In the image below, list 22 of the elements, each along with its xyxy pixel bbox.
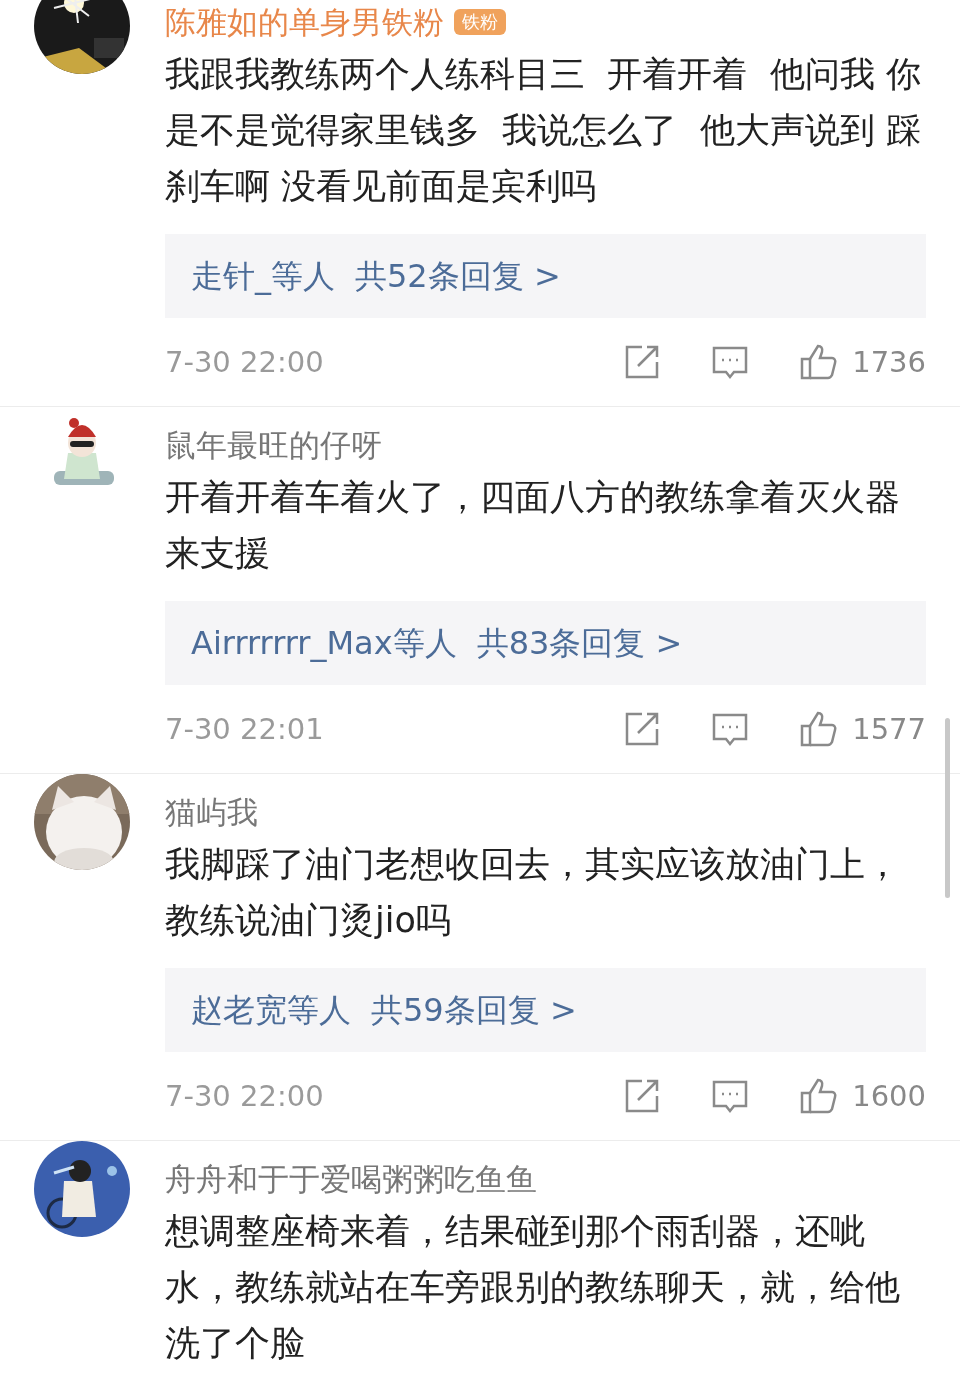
scrollbar[interactable] bbox=[945, 718, 950, 898]
replies-link[interactable]: Airrrrrrr_Max等人 共83条回复 > bbox=[165, 601, 926, 685]
username[interactable]: 舟舟和于于爱喝粥粥吃鱼鱼 bbox=[165, 1157, 537, 1201]
like-count: 1600 bbox=[852, 1079, 926, 1113]
replies-link[interactable]: 赵老宽等人 共59条回复 > bbox=[165, 968, 926, 1052]
like-count: 1736 bbox=[852, 345, 926, 379]
fan-badge: 铁粉 bbox=[454, 9, 506, 35]
thumbs-up-icon[interactable] bbox=[798, 1076, 839, 1116]
replies-link[interactable]: 走针_等人 共52条回复 > bbox=[165, 234, 926, 318]
comment-time: 7-30 22:01 bbox=[165, 712, 325, 746]
comment-time: 7-30 22:00 bbox=[165, 1079, 325, 1113]
comment-text: 开着开着车着火了，四面八方的教练拿着灭火器来支援 bbox=[165, 476, 901, 575]
comment-time: 7-30 22:00 bbox=[165, 345, 325, 379]
username[interactable]: 猫屿我 bbox=[165, 790, 258, 834]
username[interactable]: 鼠年最旺的仔呀 bbox=[165, 423, 382, 467]
thumbs-up-icon[interactable] bbox=[798, 709, 839, 749]
thumbs-up-icon[interactable] bbox=[798, 342, 839, 382]
comment-text: 我跟我教练两个人练科目三 开着开着 他问我 你是不是觉得家里钱多 我说怎么了 他大声说到 踩刹车啊 没看见前面是宾利吗 bbox=[165, 53, 922, 208]
comment-text: 我脚踩了油门老想收回去，其实应该放油门上，教练说油门烫jio吗 bbox=[165, 843, 901, 942]
like-count: 1577 bbox=[852, 712, 926, 746]
comment-text: 想调整座椅来着，结果碰到那个雨刮器，还呲水，教练就站在车旁跟别的教练聊天，就，给他洗了个脸 bbox=[165, 1210, 901, 1365]
username[interactable]: 陈雅如的单身男铁粉 bbox=[165, 0, 444, 44]
